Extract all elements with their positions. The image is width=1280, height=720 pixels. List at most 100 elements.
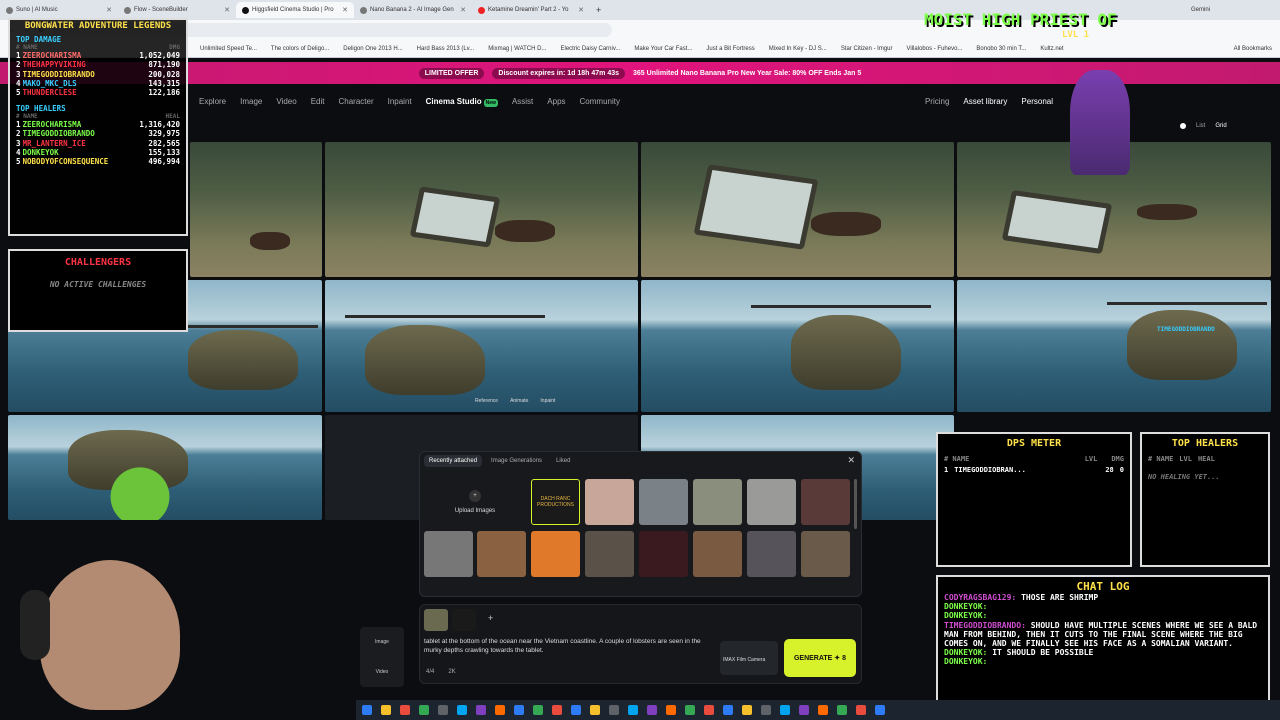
inpaint-button[interactable]: Inpaint (540, 398, 555, 404)
bookmark-item[interactable]: Just a Bit Fortress (706, 46, 754, 52)
asset-thumbnail[interactable] (801, 479, 850, 525)
taskbar-app-icon[interactable] (419, 705, 429, 715)
attached-image[interactable] (424, 609, 448, 631)
taskbar-app-icon[interactable] (780, 705, 790, 715)
close-icon[interactable]: ✕ (847, 455, 855, 466)
nav-edit[interactable]: Edit (304, 97, 332, 106)
asset-library-button[interactable]: Asset library (956, 97, 1014, 106)
asset-thumbnail-logo[interactable]: DACH RANC PRODUCTIONS (531, 479, 580, 525)
asset-thumbnail[interactable] (639, 479, 688, 525)
all-bookmarks-button[interactable]: All Bookmarks (1234, 46, 1272, 52)
nav-cinema-studio[interactable]: Cinema Studio New (419, 97, 505, 107)
bookmark-item[interactable]: Mixmag | WATCH D... (488, 46, 546, 52)
prompt-text[interactable]: tablet at the bottom of the ocean near t… (424, 637, 714, 655)
bookmark-item[interactable]: The colors of Deligo... (271, 46, 329, 52)
gallery-image-helicopter[interactable]: Reference Animate Inpaint (325, 280, 638, 412)
asset-thumbnail[interactable] (477, 531, 526, 577)
taskbar-app-icon[interactable] (476, 705, 486, 715)
browser-tab[interactable]: Flow - SceneBuilder ✕ (118, 2, 236, 18)
asset-thumbnail[interactable] (531, 531, 580, 577)
bookmark-item[interactable]: Hard Bass 2013 (Lv... (417, 46, 475, 52)
bookmark-item[interactable]: Bonobo 30 min T... (976, 46, 1026, 52)
taskbar-app-icon[interactable] (799, 705, 809, 715)
gemini-button[interactable]: Gemini (1191, 7, 1210, 13)
nav-explore[interactable]: Explore (192, 97, 233, 106)
asset-thumbnail[interactable] (693, 479, 742, 525)
asset-thumbnail[interactable] (424, 531, 473, 577)
browser-tab[interactable]: Ketamine Dreamin' Part 2 - Yo ✕ (472, 2, 590, 18)
bookmark-item[interactable]: Kultz.net (1040, 46, 1063, 52)
modal-scrollbar[interactable] (854, 479, 857, 529)
bookmark-item[interactable]: Villalobos - Fuhevo... (907, 46, 963, 52)
taskbar-app-icon[interactable] (666, 705, 676, 715)
tab-recently-attached[interactable]: Recently attached (424, 455, 483, 467)
taskbar-app-icon[interactable] (400, 705, 410, 715)
asset-thumbnail[interactable] (801, 531, 850, 577)
asset-thumbnail[interactable] (639, 531, 688, 577)
browser-tab[interactable]: Nano Banana 2 - AI Image Gen ✕ (354, 2, 472, 18)
gallery-image-lobster[interactable] (190, 142, 322, 277)
taskbar-app-icon[interactable] (571, 705, 581, 715)
bookmark-item[interactable]: Deligon One 2013 H... (343, 46, 402, 52)
bookmark-item[interactable]: Mixed In Key - DJ S... (769, 46, 827, 52)
bookmark-item[interactable]: Star Citizen - Imgur (841, 46, 893, 52)
nav-video[interactable]: Video (269, 97, 303, 106)
attached-logo[interactable] (452, 609, 476, 631)
upload-images-button[interactable]: + Upload Images (424, 479, 526, 525)
asset-thumbnail[interactable] (585, 479, 634, 525)
tab-liked[interactable]: Liked (551, 455, 575, 467)
nav-apps[interactable]: Apps (540, 97, 572, 106)
taskbar-app-icon[interactable] (438, 705, 448, 715)
personal-button[interactable]: Personal (1014, 97, 1060, 106)
animate-button[interactable]: Animate (510, 398, 528, 404)
generate-button[interactable]: GENERATE ✦ 8 (784, 639, 856, 677)
taskbar-app-icon[interactable] (875, 705, 885, 715)
bookmark-item[interactable]: Electric Daisy Carniv... (560, 46, 620, 52)
gallery-image-tablet[interactable] (641, 142, 954, 277)
close-icon[interactable]: ✕ (460, 6, 466, 14)
taskbar-app-icon[interactable] (723, 705, 733, 715)
taskbar-app-icon[interactable] (495, 705, 505, 715)
taskbar-app-icon[interactable] (647, 705, 657, 715)
nav-assist[interactable]: Assist (505, 97, 540, 106)
taskbar-app-icon[interactable] (381, 705, 391, 715)
asset-thumbnail[interactable] (747, 479, 796, 525)
new-tab-button[interactable]: + (596, 5, 601, 15)
taskbar-app-icon[interactable] (457, 705, 467, 715)
camera-selector[interactable]: IMAX Film Camera (720, 641, 778, 675)
add-attachment-button[interactable]: + (488, 613, 493, 623)
nav-image[interactable]: Image (233, 97, 269, 106)
nav-pricing[interactable]: Pricing (918, 97, 956, 106)
image-mode-button[interactable]: Image (375, 639, 389, 645)
asset-thumbnail[interactable] (693, 531, 742, 577)
taskbar-app-icon[interactable] (609, 705, 619, 715)
taskbar-app-icon[interactable] (628, 705, 638, 715)
taskbar-app-icon[interactable] (362, 705, 372, 715)
list-view-button[interactable]: List (1196, 123, 1205, 129)
close-icon[interactable]: ✕ (342, 6, 348, 14)
bookmark-item[interactable]: Unlimited Speed Te... (200, 46, 257, 52)
taskbar-app-icon[interactable] (533, 705, 543, 715)
browser-tab[interactable]: Suno | AI Music ✕ (0, 2, 118, 18)
gallery-image-helicopter[interactable] (641, 280, 954, 412)
taskbar-app-icon[interactable] (685, 705, 695, 715)
taskbar-app-icon[interactable] (704, 705, 714, 715)
batch-count[interactable]: 4/4 (426, 669, 434, 675)
close-icon[interactable]: ✕ (578, 6, 584, 14)
likes-count[interactable]: 2K (448, 669, 455, 675)
taskbar-app-icon[interactable] (837, 705, 847, 715)
taskbar-app-icon[interactable] (514, 705, 524, 715)
asset-thumbnail[interactable] (747, 531, 796, 577)
nav-inpaint[interactable]: Inpaint (381, 97, 419, 106)
reference-button[interactable]: Reference (475, 398, 498, 404)
taskbar-app-icon[interactable] (590, 705, 600, 715)
taskbar-app-icon[interactable] (552, 705, 562, 715)
gallery-image-helicopter[interactable]: TIMEGODDIOBRANDO (957, 280, 1271, 412)
grid-view-button[interactable]: Grid (1215, 123, 1226, 129)
taskbar-app-icon[interactable] (742, 705, 752, 715)
browser-tab-active[interactable]: Higgsfield Cinema Studio | Pro ✕ (236, 2, 354, 18)
asset-thumbnail[interactable] (585, 531, 634, 577)
nav-character[interactable]: Character (331, 97, 380, 106)
taskbar-app-icon[interactable] (818, 705, 828, 715)
close-icon[interactable]: ✕ (106, 6, 112, 14)
